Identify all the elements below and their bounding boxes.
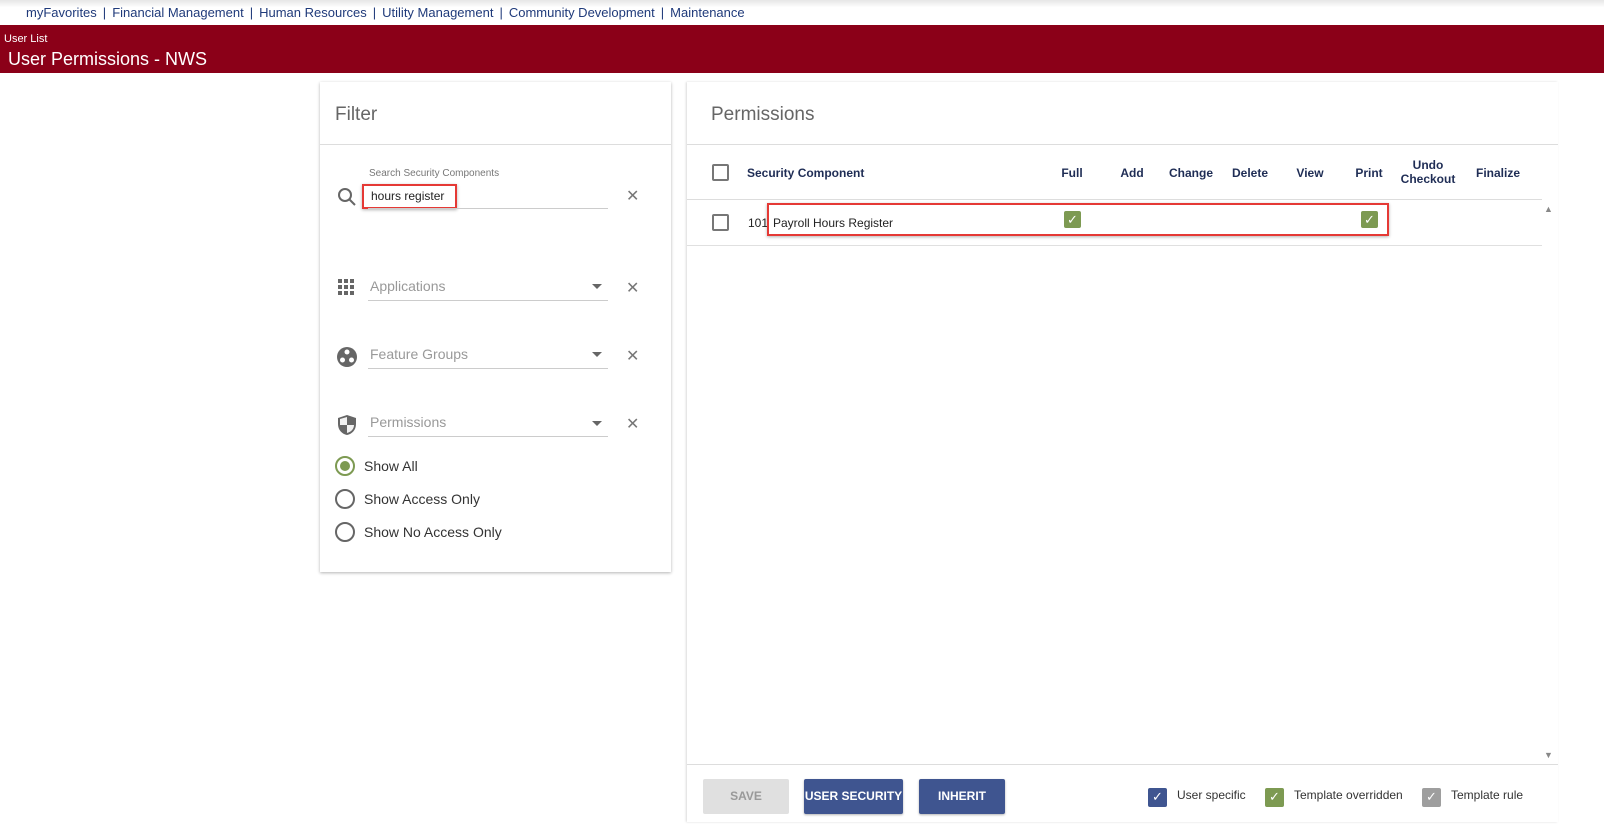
chevron-down-icon[interactable]	[592, 421, 602, 426]
clear-permissions-icon[interactable]: ✕	[626, 414, 639, 434]
separator: |	[499, 5, 503, 20]
template-rule-legend-icon: ✓	[1422, 788, 1441, 807]
inherit-button[interactable]: INHERIT	[919, 779, 1005, 814]
legend-label: User specific	[1177, 788, 1246, 802]
user-security-button[interactable]: USER SECURITY	[804, 779, 903, 814]
separator: |	[660, 5, 665, 20]
column-header-undo-checkout[interactable]: Undo Checkout	[1393, 158, 1463, 186]
input-underline	[368, 300, 608, 301]
input-underline	[368, 368, 608, 369]
separator: |	[372, 5, 377, 20]
breadcrumb-user-list[interactable]: User List	[4, 33, 47, 45]
feature-groups-icon	[337, 347, 357, 367]
legend-label: Template rule	[1451, 788, 1524, 802]
applications-select[interactable]: Applications	[370, 278, 610, 300]
nav-utility-management[interactable]: Utility Management	[382, 5, 493, 20]
radio-label[interactable]: Show All	[364, 458, 418, 474]
table-row[interactable]: 101 Payroll Hours Register ✓ ✓	[687, 200, 1542, 246]
chevron-down-icon[interactable]	[592, 352, 602, 357]
radio-label[interactable]: Show No Access Only	[364, 524, 502, 540]
search-label: Search Security Components	[369, 168, 500, 179]
column-header-security-component[interactable]: Security Component	[747, 166, 864, 180]
nav-myfavorites[interactable]: myFavorites	[26, 5, 97, 20]
divider	[320, 144, 671, 145]
top-navigation: myFavorites | Financial Management | Human R…	[0, 0, 1604, 25]
clear-feature-groups-icon[interactable]: ✕	[626, 346, 639, 366]
row-name: Payroll Hours Register	[773, 216, 894, 230]
permissions-title: Permissions	[711, 104, 815, 125]
divider	[687, 764, 1558, 765]
page-title: User Permissions - NWS	[8, 49, 208, 69]
select-all-checkbox[interactable]	[712, 164, 729, 181]
nav-maintenance[interactable]: Maintenance	[670, 5, 744, 20]
search-icon	[338, 188, 356, 206]
nav-community-development[interactable]: Community Development	[509, 5, 655, 20]
input-underline	[368, 208, 608, 209]
print-checked-icon[interactable]: ✓	[1361, 211, 1378, 228]
radio-label[interactable]: Show Access Only	[364, 491, 480, 507]
clear-search-icon[interactable]: ✕	[626, 186, 639, 206]
chevron-down-icon[interactable]	[592, 284, 602, 289]
nav-financial-management[interactable]: Financial Management	[112, 5, 244, 20]
divider	[687, 144, 1558, 145]
input-underline	[368, 436, 608, 437]
save-button[interactable]: SAVE	[703, 779, 789, 814]
row-id: 101	[748, 216, 769, 230]
scroll-up-icon[interactable]: ▲	[1544, 204, 1553, 214]
column-header-finalize[interactable]: Finalize	[1463, 166, 1533, 180]
separator: |	[102, 5, 107, 20]
template-overridden-legend-icon: ✓	[1265, 788, 1284, 807]
nav-human-resources[interactable]: Human Resources	[259, 5, 367, 20]
radio-show-no-access-only[interactable]	[335, 522, 355, 542]
user-specific-legend-icon: ✓	[1148, 788, 1167, 807]
apps-grid-icon	[338, 279, 354, 295]
permissions-select[interactable]: Permissions	[370, 414, 610, 436]
page-header: User List User Permissions - NWS	[0, 25, 1604, 73]
scroll-down-icon[interactable]: ▼	[1544, 750, 1553, 760]
row-checkbox[interactable]	[712, 214, 729, 231]
separator: |	[249, 5, 254, 20]
full-checked-icon[interactable]: ✓	[1064, 211, 1081, 228]
filter-panel: Filter Search Security Components hours …	[320, 82, 671, 572]
radio-show-access-only[interactable]	[335, 489, 355, 509]
clear-applications-icon[interactable]: ✕	[626, 278, 639, 298]
permissions-panel: Permissions Security Component Full Add …	[687, 82, 1558, 822]
shield-icon	[338, 415, 356, 435]
filter-title: Filter	[335, 104, 378, 125]
radio-show-all[interactable]	[335, 456, 355, 476]
search-input[interactable]: hours register	[362, 184, 457, 209]
legend-label: Template overridden	[1294, 788, 1403, 802]
feature-groups-select[interactable]: Feature Groups	[370, 346, 610, 368]
